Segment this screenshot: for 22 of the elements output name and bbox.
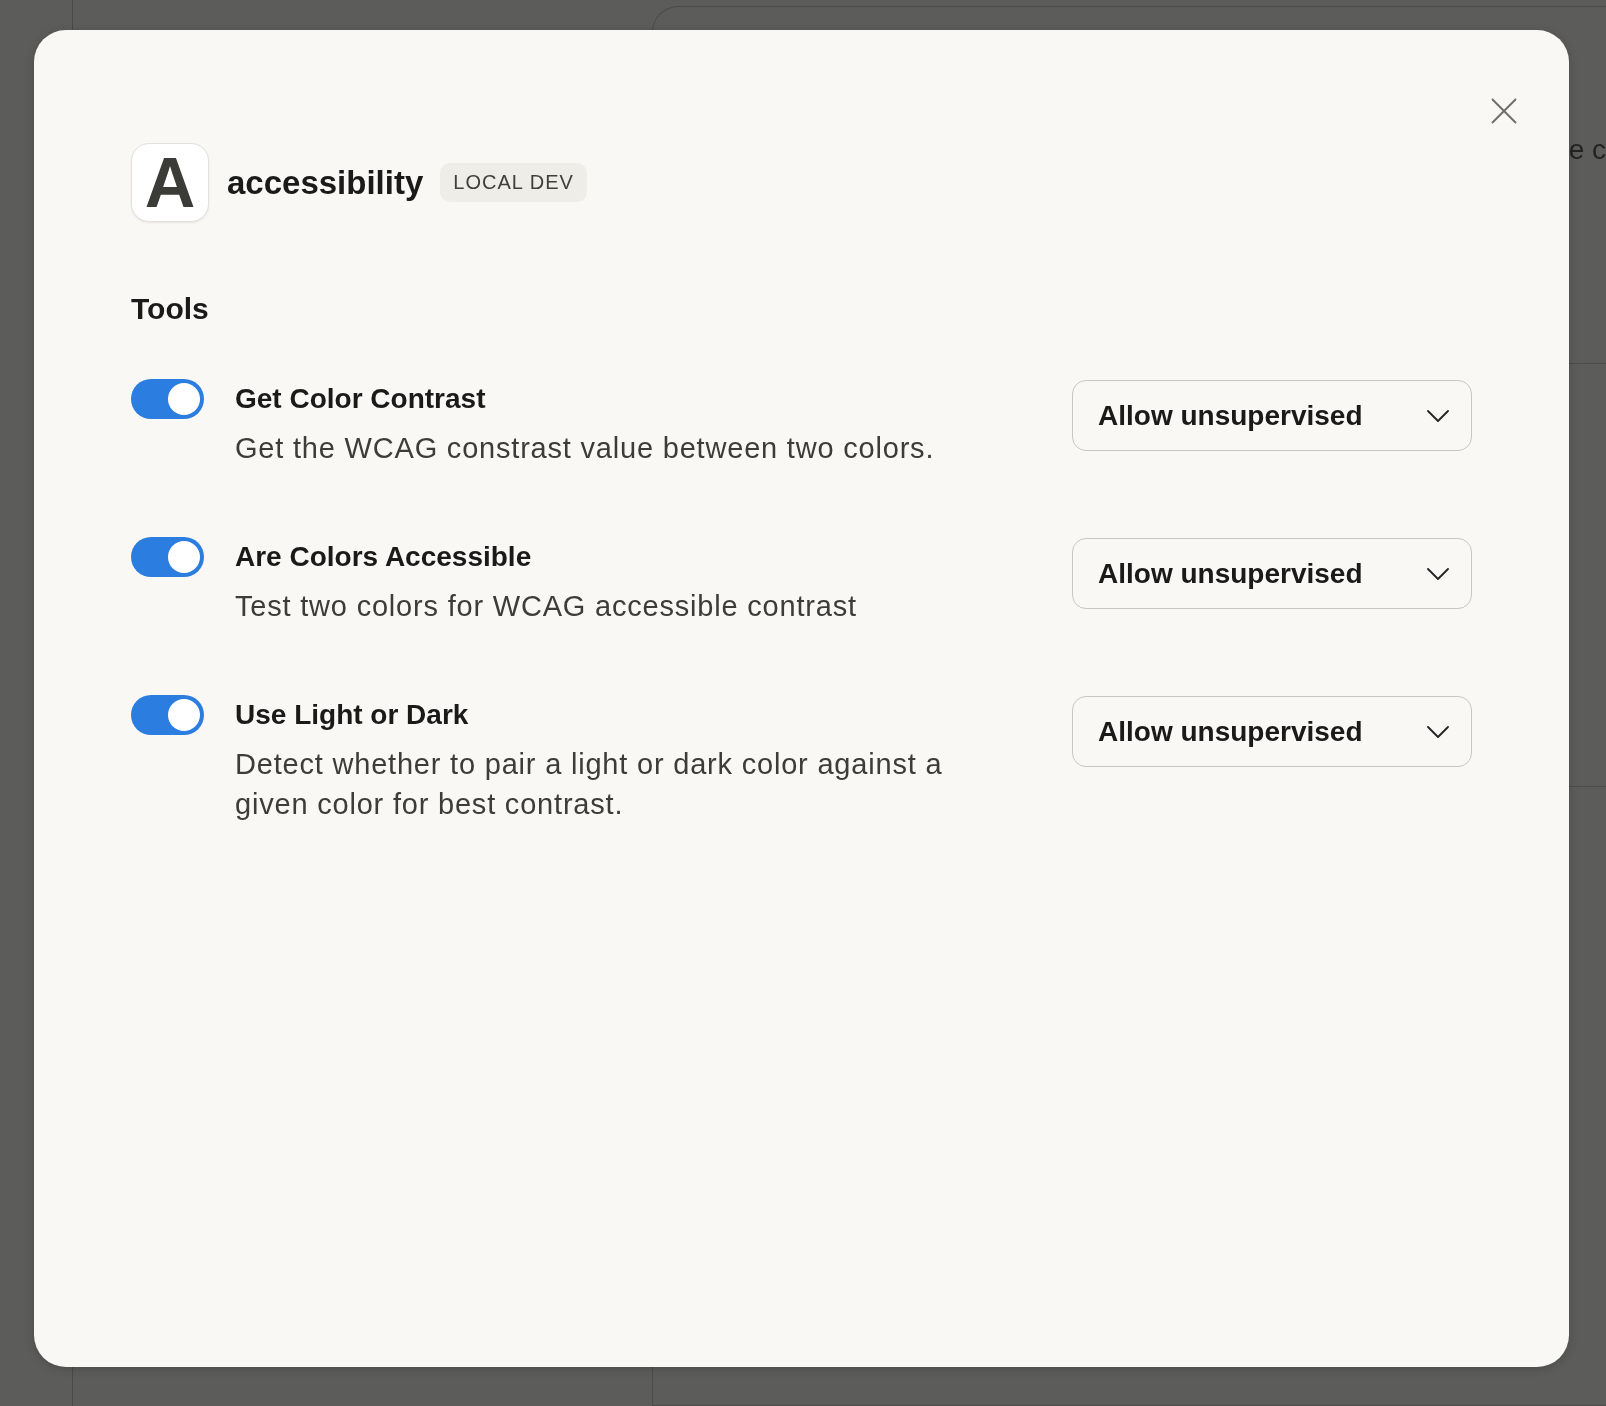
tool-description: Get the WCAG constrast value between two colors. xyxy=(235,431,935,466)
close-icon xyxy=(1491,98,1517,124)
close-button[interactable] xyxy=(1491,98,1517,124)
section-title: Tools xyxy=(131,291,209,327)
chevron-down-icon xyxy=(1427,409,1449,422)
app-title: accessibility xyxy=(227,162,424,203)
permission-dropdown[interactable]: Allow unsupervised xyxy=(1072,380,1472,451)
app-logo: A xyxy=(131,143,209,222)
toggle-switch[interactable] xyxy=(131,379,204,419)
tool-description: Test two colors for WCAG accessible contrast xyxy=(235,589,857,624)
tool-name: Get Color Contrast xyxy=(235,382,486,416)
permission-dropdown[interactable]: Allow unsupervised xyxy=(1072,538,1472,609)
chevron-down-icon xyxy=(1427,725,1449,738)
toggle-switch[interactable] xyxy=(131,537,204,577)
background-text: e c xyxy=(1568,133,1606,167)
tool-name: Are Colors Accessible xyxy=(235,540,532,574)
toggle-switch[interactable] xyxy=(131,695,204,735)
tool-name: Use Light or Dark xyxy=(235,698,469,732)
permission-dropdown[interactable]: Allow unsupervised xyxy=(1072,696,1472,767)
tool-description: Detect whether to pair a light or dark color against a given color for best contrast. xyxy=(235,747,944,822)
environment-badge: LOCAL DEV xyxy=(440,163,587,202)
chevron-down-icon xyxy=(1427,567,1449,580)
